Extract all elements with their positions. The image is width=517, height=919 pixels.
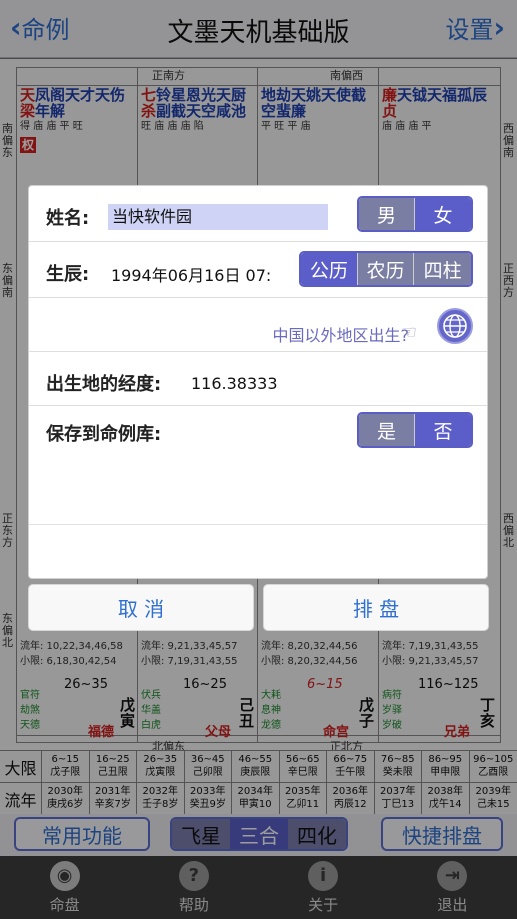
divider (29, 524, 487, 525)
gender-male-option[interactable]: 男 (359, 198, 416, 230)
save-segmented-control: 是 否 (357, 412, 473, 448)
save-yes-option[interactable]: 是 (359, 414, 416, 446)
gender-female-option[interactable]: 女 (415, 198, 471, 230)
birth-row: 生辰: 1994年06月16日 07: 公历 农历 四柱 (29, 242, 487, 298)
cancel-button[interactable]: 取 消 (29, 585, 253, 630)
longitude-label: 出生地的经度: (46, 374, 162, 395)
birth-datetime-field[interactable]: 1994年06月16日 07: (111, 262, 271, 286)
longitude-row: 出生地的经度: 116.38333 (29, 352, 487, 406)
arrange-chart-button[interactable]: 排 盘 (264, 585, 488, 630)
save-label: 保存到命例库: (46, 424, 162, 445)
save-row: 保存到命例库: 是 否 (29, 406, 487, 458)
pointing-hand-icon: ☜ (400, 322, 417, 343)
save-no-option[interactable]: 否 (415, 414, 471, 446)
name-field[interactable]: 当快软件园 (108, 204, 328, 230)
globe-icon[interactable] (437, 308, 473, 344)
name-row: 姓名: 当快软件园 男 女 (29, 186, 487, 242)
abroad-row: 中国以外地区出生? ☜ (29, 298, 487, 352)
birth-info-dialog: 姓名: 当快软件园 男 女 生辰: 1994年06月16日 07: 公历 农历 … (29, 186, 487, 578)
longitude-field[interactable]: 116.38333 (191, 374, 278, 393)
birth-label: 生辰: (46, 264, 90, 285)
calendar-segmented-control: 公历 农历 四柱 (299, 251, 473, 287)
calendar-solar-option[interactable]: 公历 (301, 253, 358, 285)
gender-segmented-control: 男 女 (357, 196, 473, 232)
abroad-birth-link[interactable]: 中国以外地区出生? (273, 322, 410, 346)
name-label: 姓名: (46, 208, 90, 229)
calendar-lunar-option[interactable]: 农历 (357, 253, 415, 285)
calendar-pillars-option[interactable]: 四柱 (414, 253, 471, 285)
